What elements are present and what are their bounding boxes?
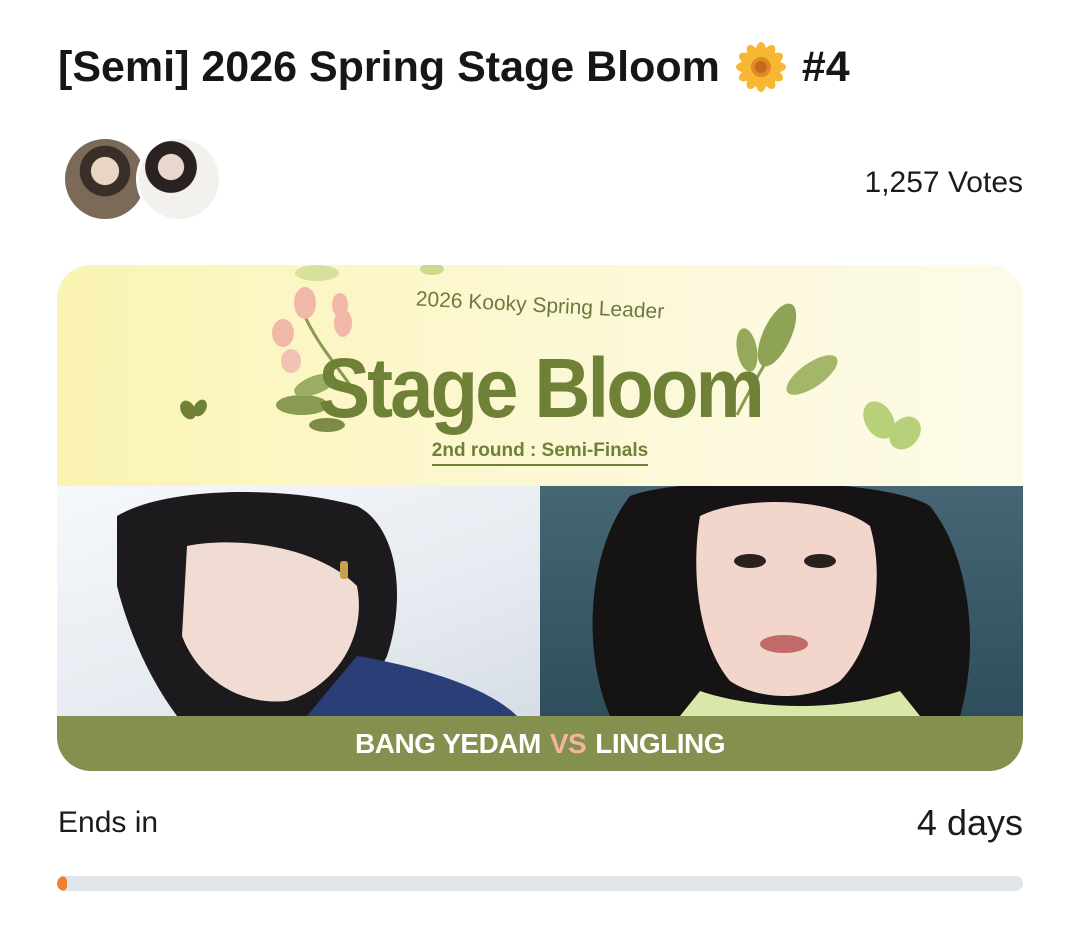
ends-in-value: 4 days bbox=[916, 802, 1023, 843]
participant-avatars[interactable] bbox=[62, 136, 232, 224]
poll-progress-bar bbox=[57, 876, 1023, 891]
contestant-right-photo bbox=[540, 486, 1023, 716]
contestant-left-illustration bbox=[117, 492, 517, 716]
round-text: 2nd round : Semi-Finals bbox=[431, 440, 649, 466]
vs-label: VS bbox=[549, 727, 587, 759]
matchup-bar: BANG YEDAM VS LINGLING bbox=[57, 716, 1023, 771]
contestant-left-photo bbox=[57, 486, 540, 716]
poll-title-text: [Semi] 2026 Spring Stage Bloom bbox=[58, 42, 720, 91]
contestant-right-illustration bbox=[592, 486, 970, 716]
banner-logo: Stage Bloom bbox=[318, 340, 765, 436]
contestant-left-name: BANG YEDAM bbox=[355, 727, 541, 759]
avatar-lingling bbox=[136, 136, 222, 222]
vote-count: 1,257 Votes bbox=[864, 166, 1023, 199]
banner-round-label: 2nd round : Semi-Finals bbox=[57, 440, 1023, 466]
poll-number: #4 bbox=[801, 42, 850, 91]
ends-in-label: Ends in bbox=[58, 806, 159, 839]
contestant-right-name: LINGLING bbox=[595, 727, 725, 759]
poll-progress-fill bbox=[57, 876, 67, 891]
poll-title: [Semi] 2026 Spring Stage Bloom #4 bbox=[58, 40, 1038, 94]
banner-header: 2026 Kooky Spring Leader Stage Bloom 2nd… bbox=[57, 265, 1023, 486]
poll-banner-image[interactable]: 2026 Kooky Spring Leader Stage Bloom 2nd… bbox=[57, 265, 1023, 771]
sunflower-icon bbox=[735, 42, 786, 92]
